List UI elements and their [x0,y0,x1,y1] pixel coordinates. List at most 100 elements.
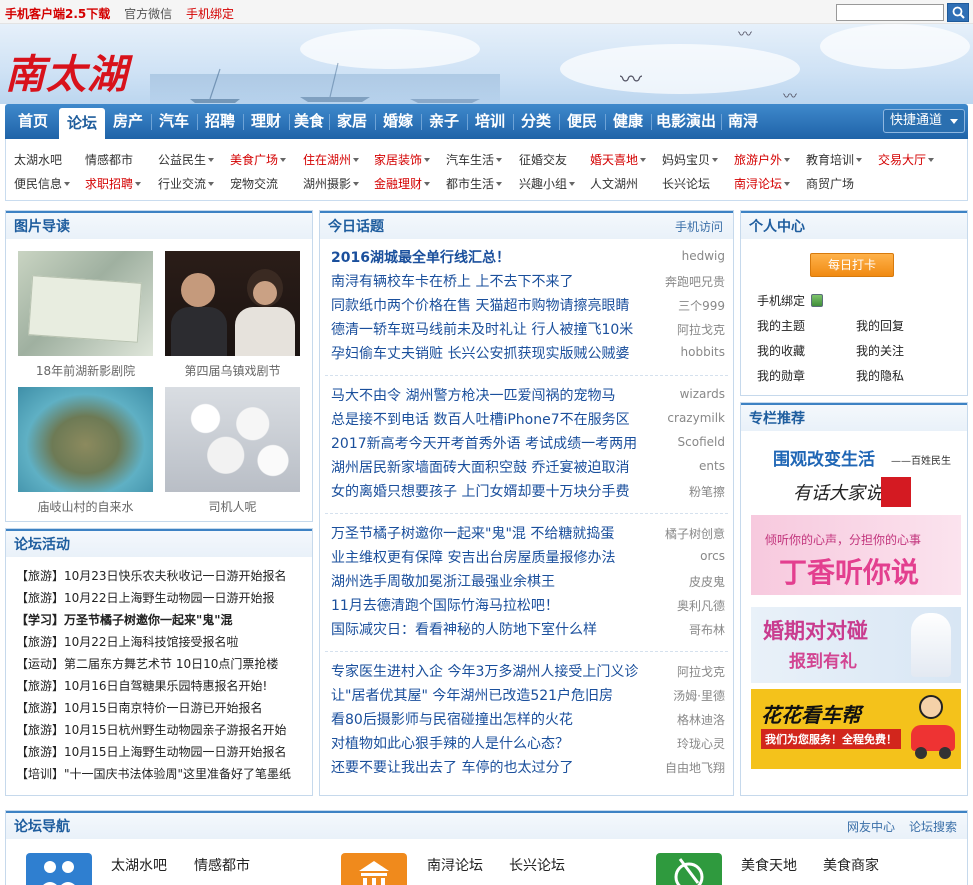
phone-bind-link[interactable]: 手机绑定 [757,292,823,309]
topic-author[interactable]: 橘子树创意 [665,525,725,542]
nav-item-classified[interactable]: 分类 [513,104,559,139]
ad-wedding[interactable]: 婚期对对碰 报到有礼 [751,607,961,683]
topic-link[interactable]: 女的离婚只想要孩子 上门女婿却要十万块分手费 [331,481,629,501]
caret-down-icon[interactable] [928,158,935,162]
caret-down-icon[interactable] [784,182,791,186]
subnav-link[interactable]: 金融理财 [374,175,431,192]
nav-item-wedding[interactable]: 婚嫁 [375,104,421,139]
nav-item-jobs[interactable]: 招聘 [197,104,243,139]
topic-author[interactable]: 奥利凡德 [677,597,725,614]
caret-down-icon[interactable] [424,182,431,186]
nav-item-nanxun[interactable]: 南浔 [721,104,765,139]
my-privacy-link[interactable]: 我的隐私 [856,367,904,384]
topic-author[interactable]: 粉笔擦 [689,483,725,500]
subnav-link[interactable]: 妈妈宝贝 [662,151,719,168]
nav-item-home-deco[interactable]: 家居 [329,104,375,139]
subnav-link[interactable]: 太湖水吧 [14,151,62,168]
topic-author[interactable]: 汤姆·里德 [673,687,725,704]
subnav-link[interactable]: 征婚交友 [519,151,567,168]
my-medals-link[interactable]: 我的勋章 [757,367,805,384]
friend-center-link[interactable]: 网友中心 [847,813,895,841]
topic-author[interactable]: crazymilk [667,411,725,425]
activity-link[interactable]: 【旅游】10月15日上海野生动物园一日游开始报名 [16,743,287,760]
topic-author[interactable]: 自由地飞翔 [665,759,725,776]
subnav-link[interactable]: 南浔论坛 [734,175,791,192]
subnav-link[interactable]: 旅游户外 [734,151,791,168]
caret-down-icon[interactable] [135,182,142,186]
my-follows-link[interactable]: 我的关注 [856,342,904,359]
subnav-link[interactable]: 汽车生活 [446,151,503,168]
ad-car-help[interactable]: 花花看车帮 我们为您服务！全程免费！ [751,689,961,769]
nav-item-house[interactable]: 房产 [105,104,151,139]
topic-author[interactable]: hobbits [681,345,725,359]
my-topics-link[interactable]: 我的主题 [757,317,805,334]
activity-link[interactable]: 【运动】第二届东方舞艺术节 10日10点门票抢楼 [16,655,278,672]
subnav-link[interactable]: 婚天喜地 [590,151,647,168]
topic-author[interactable]: 格林迪洛 [677,711,725,728]
subnav-link[interactable]: 湖州摄影 [303,175,360,192]
subnav-link[interactable]: 交易大厅 [878,151,935,168]
picture-item[interactable]: 庙岐山村的自来水 [18,387,153,515]
caret-down-icon[interactable] [569,182,576,186]
topic-author[interactable]: Scofield [678,435,725,449]
nav-item-training[interactable]: 培训 [467,104,513,139]
site-logo[interactable]: 南太湖 [5,42,128,100]
phone-bind-link[interactable]: 手机绑定 [186,7,234,21]
nav-item-food[interactable]: 美食 [289,104,329,139]
topic-link[interactable]: 专家医生进村入企 今年3万多湖州人接受上门义诊 [331,661,638,681]
search-input[interactable] [836,4,944,21]
subnav-link[interactable]: 人文湖州 [590,175,638,192]
caret-down-icon[interactable] [208,182,215,186]
activity-link[interactable]: 【旅游】10月22日上海科技馆接受报名啦 [16,633,239,650]
client-download-link[interactable]: 手机客户端2.5下载 [5,7,110,21]
quick-access-dropdown[interactable]: 快捷通道 [883,109,965,133]
caret-down-icon[interactable] [64,182,71,186]
caret-down-icon[interactable] [712,158,719,162]
ad-people-livelihood[interactable]: 围观改变生活 ——百姓民生 有话大家说 [751,439,961,511]
daily-checkin-button[interactable]: 每日打卡 [810,253,894,277]
caret-down-icon[interactable] [424,158,431,162]
forum-search-link[interactable]: 论坛搜索 [909,813,957,841]
search-button[interactable] [947,3,969,22]
topic-link[interactable]: 还要不要让我出去了 车停的也太过分了 [331,757,573,777]
picture-item[interactable]: 第四届乌镇戏剧节 [165,251,300,379]
topic-author[interactable]: 玲珑心灵 [677,735,725,752]
activity-link[interactable]: 【旅游】10月15日南京特价一日游已开始报名 [16,699,263,716]
topic-author[interactable]: orcs [700,549,725,563]
caret-down-icon[interactable] [280,158,287,162]
caret-down-icon[interactable] [208,158,215,162]
topic-author[interactable]: wizards [680,387,725,401]
caret-down-icon[interactable] [640,158,647,162]
nav-link-food-merchants[interactable]: 美食商家 [823,855,879,875]
subnav-link[interactable]: 便民信息 [14,175,71,192]
nav-item-finance[interactable]: 理财 [243,104,289,139]
topic-link[interactable]: 同款纸巾两个价格在售 天猫超市购物请擦亮眼睛 [331,295,629,315]
caret-down-icon[interactable] [856,158,863,162]
caret-down-icon[interactable] [784,158,791,162]
activity-link[interactable]: 【旅游】10月15日杭州野生动物园亲子游报名开始 [16,721,287,738]
topic-author[interactable]: ents [699,459,725,473]
subnav-link[interactable]: 长兴论坛 [662,175,710,192]
subnav-link[interactable]: 都市生活 [446,175,503,192]
nav-item-health[interactable]: 健康 [605,104,651,139]
topic-link[interactable]: 业主维权更有保障 安吉出台房屋质量报修办法 [331,547,615,567]
nav-item-parenting[interactable]: 亲子 [421,104,467,139]
topic-author[interactable]: 阿拉戈克 [677,663,725,680]
topic-link[interactable]: 2017新高考今天开考首秀外语 考试成绩一考两用 [331,433,637,453]
nav-link-food-world[interactable]: 美食天地 [741,855,797,875]
my-favorites-link[interactable]: 我的收藏 [757,342,805,359]
nav-link-emotion[interactable]: 情感都市 [194,855,250,875]
nav-link-nanxun[interactable]: 南浔论坛 [427,855,483,875]
nav-link-taihu[interactable]: 太湖水吧 [111,855,167,875]
ad-dingxiang[interactable]: 倾听你的心声，分担你的心事 丁香听你说 [751,515,961,595]
subnav-link[interactable]: 美食广场 [230,151,287,168]
subnav-link[interactable]: 宠物交流 [230,175,278,192]
topic-link[interactable]: 让"居者优其屋" 今年湖州已改造521户危旧房 [331,685,613,705]
mobile-access-link[interactable]: 手机访问 [675,213,723,241]
topic-link[interactable]: 德清一轿车斑马线前未及时礼让 行人被撞飞10米 [331,319,633,339]
topic-author[interactable]: 三个999 [678,297,725,314]
caret-down-icon[interactable] [353,158,360,162]
topic-author[interactable]: 皮皮鬼 [689,573,725,590]
activity-link[interactable]: 【旅游】10月16日自驾糖果乐园特惠报名开始! [16,677,267,694]
picture-item[interactable]: 司机人呢 [165,387,300,515]
